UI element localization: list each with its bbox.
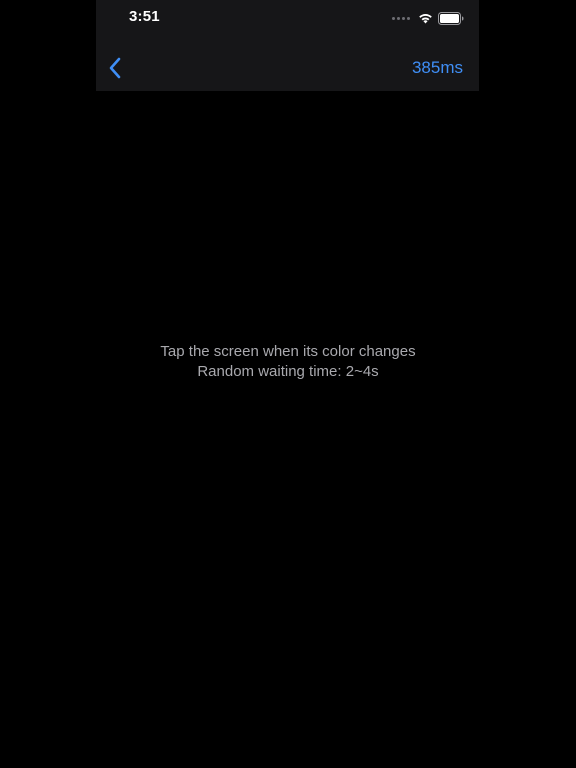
chevron-left-icon — [109, 57, 121, 79]
top-bar: 3:51 385ms — [96, 0, 479, 91]
reaction-time-result: 385ms — [411, 58, 463, 77]
battery-icon — [438, 11, 464, 25]
status-icons — [392, 11, 464, 25]
instructions: Tap the screen when its color changes Ra… — [0, 342, 576, 382]
reaction-test-screen[interactable]: 3:51 385ms Tap the screen when its color… — [0, 0, 576, 768]
back-button[interactable] — [102, 54, 128, 82]
wifi-icon — [419, 14, 432, 24]
signal-dots-icon — [392, 16, 410, 20]
instruction-waiting-text: Random waiting time: 2~4s — [197, 363, 379, 380]
status-time: 3:51 — [129, 8, 160, 25]
instruction-tap-text: Tap the screen when its color changes — [160, 343, 416, 360]
